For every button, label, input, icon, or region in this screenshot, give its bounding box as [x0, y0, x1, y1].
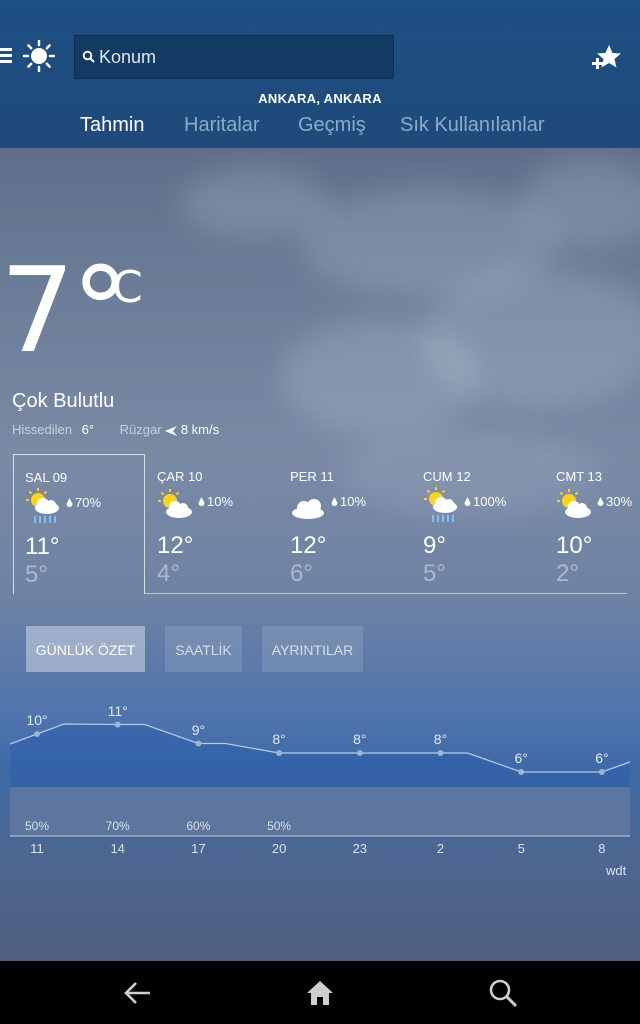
location-search-box[interactable] — [74, 35, 394, 79]
current-condition: Çok Bulutlu — [12, 390, 115, 412]
precipitation: 10% — [198, 494, 233, 509]
precipitation-label: 50% — [267, 819, 292, 833]
high-temperature: 11° — [25, 533, 60, 560]
search-icon — [82, 50, 95, 63]
back-arrow-icon[interactable] — [122, 977, 154, 1009]
raindrop-icon — [597, 497, 604, 506]
hourly-button[interactable]: SAATLİK — [165, 626, 242, 672]
location-search-input[interactable] — [99, 36, 389, 78]
temperature-point — [195, 740, 202, 747]
temperature-label: 6° — [514, 750, 528, 766]
chart-canvas — [9, 721, 631, 837]
hour-tick-label: 11 — [30, 841, 44, 856]
wind-direction-icon — [165, 425, 178, 436]
precipitation-label: 50% — [24, 819, 50, 833]
low-temperature: 2° — [556, 560, 579, 587]
hour-tick-label: 5 — [517, 841, 525, 856]
temperature-label: 8° — [433, 731, 448, 747]
temperature-point — [276, 750, 283, 756]
day-card-fri[interactable]: CUM 12 100% 9° 5° — [412, 454, 544, 594]
temperature-label: 8° — [353, 731, 367, 747]
sun-logo-icon[interactable] — [23, 40, 55, 72]
tab-favorites[interactable]: Sık Kullanılanlar — [400, 114, 545, 137]
day-name: CUM 12 — [423, 469, 471, 484]
precipitation: 30% — [597, 494, 632, 509]
temperature-area — [10, 724, 630, 787]
high-temperature: 10° — [556, 532, 593, 559]
search-icon[interactable] — [487, 977, 519, 1009]
hour-tick-label: 17 — [191, 841, 206, 856]
cloudy-icon — [292, 499, 324, 519]
wind-label: Rüzgar — [119, 422, 162, 437]
low-temperature: 4° — [157, 560, 180, 587]
home-icon[interactable] — [304, 977, 336, 1009]
high-temperature: 12° — [290, 532, 327, 559]
day-card-sat[interactable]: CMT 13 30% 10° 2° — [545, 454, 640, 594]
partly-sunny-rain-icon — [26, 488, 59, 523]
feels-like-label: Hissedilen — [12, 422, 72, 437]
low-temperature: 6° — [290, 560, 313, 587]
location-name: ANKARA, ANKARA — [258, 91, 382, 106]
temperature-point — [114, 721, 121, 728]
temperature-point — [598, 769, 605, 775]
hamburger-menu-icon[interactable] — [0, 48, 12, 64]
raindrop-icon — [198, 497, 205, 506]
partly-sunny-icon — [158, 489, 192, 518]
temperature-label: 6° — [595, 750, 609, 766]
hour-tick-label: 14 — [110, 841, 125, 856]
precipitation: 100% — [464, 494, 506, 509]
hour-tick-label: 20 — [271, 841, 287, 856]
hour-tick-label: 2 — [436, 841, 445, 856]
feels-like-value: 6° — [81, 422, 95, 437]
day-card-wed[interactable]: ÇAR 10 10% 12° 4° — [146, 454, 278, 594]
add-favorite-star-icon[interactable] — [590, 42, 622, 74]
precipitation-label: 70% — [105, 819, 130, 833]
precipitation: 70% — [66, 495, 101, 510]
temperature-point — [356, 750, 363, 756]
partly-sunny-icon — [557, 489, 591, 518]
daily-forecast: SAL 09 70% 11° 5° ÇAR 10 10% 12° 4° PER … — [0, 454, 640, 596]
day-card-tue[interactable]: SAL 09 70% 11° 5° — [13, 454, 145, 594]
tab-maps[interactable]: Haritalar — [184, 114, 260, 137]
tab-forecast[interactable]: Tahmin — [80, 114, 144, 137]
app-header: ANKARA, ANKARA Tahmin Haritalar Geçmiş S… — [0, 0, 640, 148]
temperature-label: 11° — [107, 702, 128, 719]
precipitation-label: 60% — [186, 819, 211, 833]
partly-sunny-rain-icon — [424, 487, 457, 522]
tab-history[interactable]: Geçmiş — [298, 114, 366, 137]
temperature-point — [518, 769, 525, 775]
wind-value: 8 km/s — [180, 422, 220, 437]
precipitation: 10% — [331, 494, 366, 509]
temperature-label: 10° — [26, 712, 48, 728]
current-temperature: 7° — [0, 241, 130, 379]
day-name: ÇAR 10 — [157, 469, 203, 484]
main-tabs: Tahmin Haritalar Geçmiş Sık Kullanılanla… — [0, 114, 640, 144]
day-name: PER 11 — [290, 469, 334, 484]
raindrop-icon — [66, 498, 73, 507]
temperature-label: 9° — [191, 721, 206, 738]
day-card-thu[interactable]: PER 11 10% 12° 6° — [279, 454, 411, 594]
day-name: SAL 09 — [25, 470, 68, 485]
high-temperature: 12° — [157, 532, 194, 559]
temperature-point — [34, 731, 40, 737]
temperature-label: 8° — [272, 731, 286, 747]
hour-tick-label: 23 — [352, 841, 368, 856]
low-temperature: 5° — [423, 560, 446, 587]
high-temperature: 9° — [423, 532, 446, 559]
system-navigation-bar — [0, 961, 640, 1024]
day-name: CMT 13 — [556, 469, 602, 484]
temperature-point — [437, 750, 444, 756]
unit-note: wdt — [606, 863, 627, 878]
raindrop-icon — [464, 497, 471, 506]
low-temperature: 5° — [25, 561, 48, 588]
feels-like-and-wind: Hissedilen 6° Rüzgar 8 km/s — [12, 422, 219, 437]
daily-summary-button[interactable]: GÜNLÜK ÖZET — [26, 626, 145, 672]
hourly-temperature-chart: 10° 11 50% 11° 14 70% 9° 17 60% 8° 20 50% 8° 23 8° 2 6° 5… — [0, 690, 640, 890]
temperature-unit[interactable]: C — [112, 262, 143, 313]
raindrop-icon — [331, 497, 338, 506]
details-button[interactable]: AYRINTILAR — [262, 626, 363, 672]
precipitation-band — [10, 787, 630, 836]
hour-tick-label: 8 — [598, 841, 606, 856]
